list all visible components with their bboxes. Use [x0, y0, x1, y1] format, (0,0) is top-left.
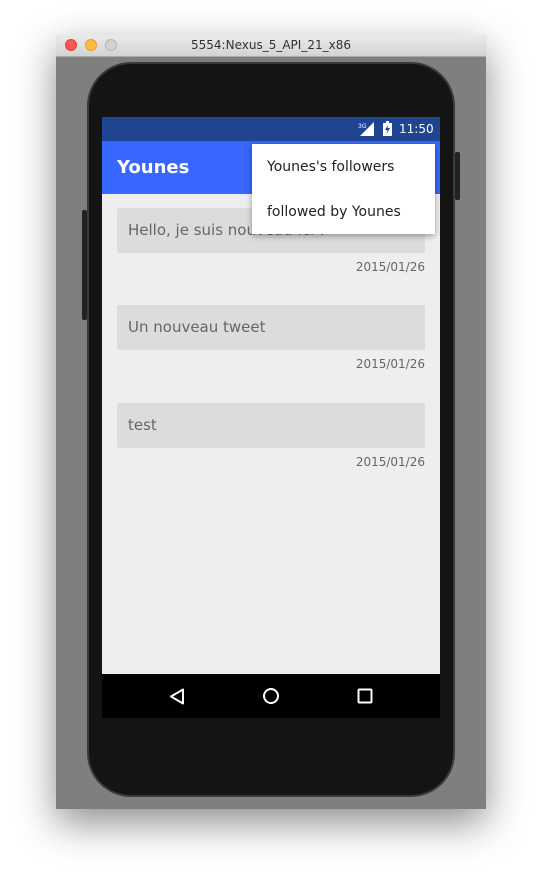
status-time: 11:50 [399, 122, 434, 136]
menu-item-following[interactable]: followed by Younes [267, 204, 401, 220]
status-bar: 3G 11:50 [102, 117, 440, 141]
cell-signal-icon: 3G [358, 122, 374, 136]
menu-item-followers[interactable]: Younes's followers [267, 159, 394, 175]
svg-text:3G: 3G [358, 123, 367, 130]
power-button[interactable] [455, 152, 460, 200]
tweet-text: test [128, 416, 157, 434]
tweet-date: 2015/01/26 [355, 455, 425, 469]
tweet-card[interactable]: test [117, 403, 425, 448]
back-icon[interactable] [169, 688, 185, 705]
recents-icon[interactable] [357, 688, 373, 704]
home-icon[interactable] [262, 687, 280, 705]
app-title: Younes [117, 157, 190, 178]
tweet-card[interactable]: Un nouveau tweet [117, 305, 425, 350]
tweet-date: 2015/01/26 [355, 260, 425, 274]
overflow-menu: Younes's followers followed by Younes [252, 144, 435, 234]
battery-charging-icon [383, 121, 392, 136]
tweet-date: 2015/01/26 [355, 357, 425, 371]
tweet-text: Un nouveau tweet [128, 318, 266, 336]
volume-button[interactable] [82, 210, 87, 320]
window-titlebar[interactable]: 5554:Nexus_5_API_21_x86 [56, 35, 486, 57]
window-title: 5554:Nexus_5_API_21_x86 [191, 38, 351, 52]
navigation-bar [102, 674, 440, 718]
